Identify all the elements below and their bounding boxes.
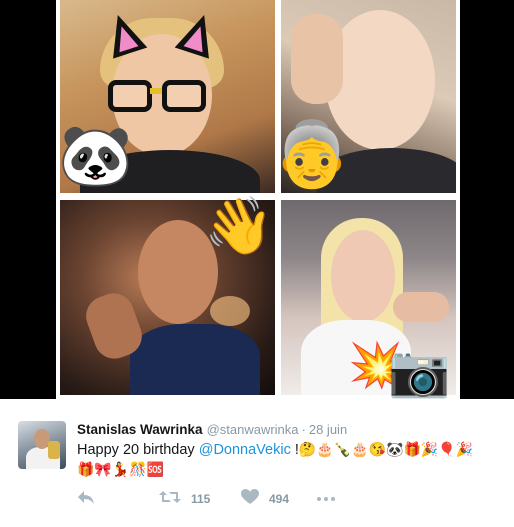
tweet-text-part2: !: [290, 442, 299, 458]
heart-icon: [241, 488, 259, 510]
emoji-line-1: 🤔🎂🍾🎂😘🐼🎁🎉🎈🎉: [298, 441, 474, 457]
like-count: 494: [269, 492, 290, 506]
retweet-button[interactable]: 115: [159, 489, 210, 509]
waving-hand-emoji-sticker: 👋: [204, 194, 274, 257]
photo-face: [331, 230, 395, 322]
more-button[interactable]: [317, 489, 335, 509]
mention-link[interactable]: @DonnaVekic: [199, 442, 291, 458]
tweet-media[interactable]: 🐼 👵 👋 💥 📷: [0, 0, 514, 399]
retweet-count: 115: [191, 492, 211, 506]
emoji-line-2: 🎁🎀💃🎊🆘: [77, 461, 165, 477]
reply-icon: [77, 489, 95, 510]
tweet-actions: 115 494: [77, 488, 377, 510]
like-button[interactable]: 494: [241, 488, 290, 510]
tweet-timestamp[interactable]: 28 juin: [309, 422, 347, 437]
author-username[interactable]: @stanwawrinka: [207, 422, 299, 437]
tweet-text: Happy 20 birthday @DonnaVekic !🤔🎂🍾🎂😘🐼🎁🎉🎈…: [77, 440, 497, 480]
author-fullname[interactable]: Stanislas Wawrinka: [77, 422, 203, 437]
panda-emoji-sticker: 🐼: [58, 122, 133, 189]
tweet-text-part1: Happy 20 birthday: [77, 442, 199, 458]
photo-hand: [291, 14, 343, 104]
header-separator: ·: [301, 422, 306, 437]
cat-ears-filter: [100, 9, 222, 59]
retweet-icon: [159, 489, 181, 510]
more-icon: [317, 497, 335, 501]
camera-emoji-sticker: 📷: [388, 343, 451, 399]
grandmother-emoji-sticker: 👵: [272, 118, 352, 190]
photo-shirt: [130, 324, 260, 395]
tweet: Stanislas Wawrinka @stanwawrinka · 28 juin …: [0, 399, 514, 527]
tweet-header: Stanislas Wawrinka @stanwawrinka · 28 juin: [77, 422, 347, 437]
photo-hand: [393, 292, 449, 322]
photo-lamp: [210, 296, 250, 326]
reply-button[interactable]: [77, 489, 95, 509]
avatar[interactable]: [18, 421, 66, 469]
glasses-filter: [108, 80, 208, 114]
